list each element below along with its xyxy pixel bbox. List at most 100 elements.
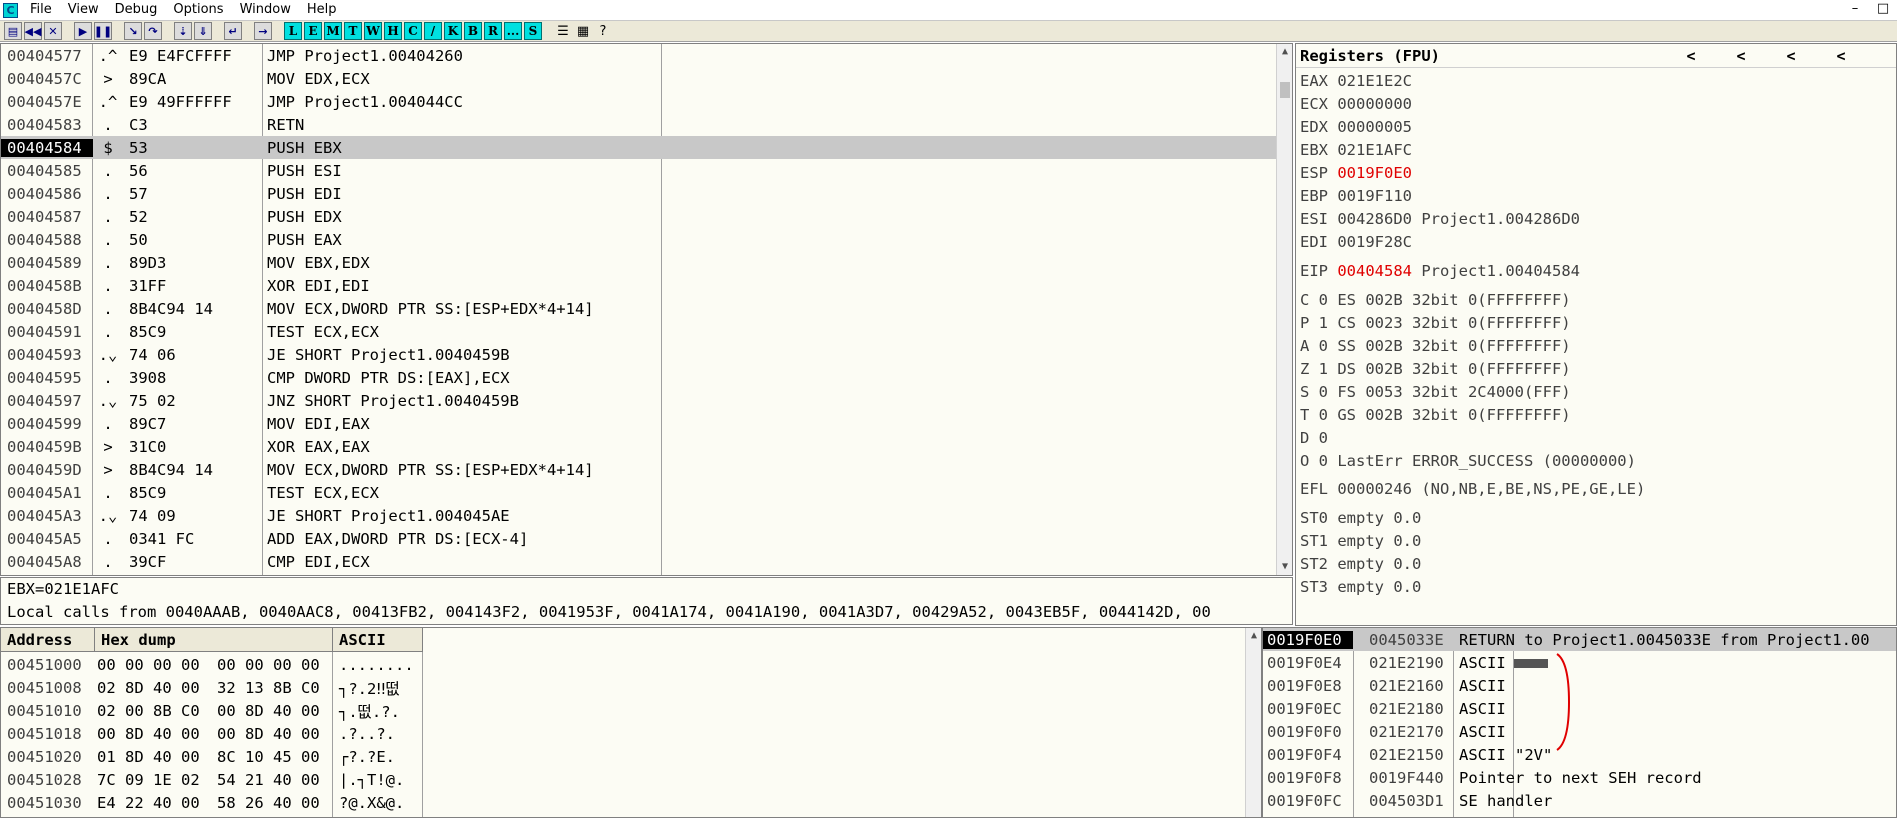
disasm-row[interactable]: 00404577 .^ E9 E4FCFFFF JMP Project1.004042… (1, 44, 1276, 67)
disasm-row[interactable]: 0040457C >89CA MOV EDX,ECX (1, 67, 1276, 90)
hex-dump-pane[interactable]: Address Hex dump ASCII 00451000 00 00 00 … (0, 627, 1262, 818)
goto-icon[interactable]: → (254, 22, 272, 40)
disasm-row[interactable]: 00404583. C3 RETN (1, 113, 1276, 136)
dump-row[interactable]: 00451018 00 8D 40 00 00 8D 40 00.?..?. (1, 722, 423, 745)
dump-row[interactable]: 00451020 01 8D 40 00 8C 10 45 00 ┌?.?E. (1, 745, 423, 768)
pause-icon[interactable]: ❚❚ (94, 22, 112, 40)
stack-row[interactable]: 0019F0E0 0045033E RETURN to Project1.00450… (1263, 628, 1896, 651)
dump-row[interactable]: 00451030 E4 22 40 00 58 26 40 00 ?@.X&@. (1, 791, 423, 814)
run-icon[interactable]: ▶ (74, 22, 92, 40)
flag-segment-line[interactable]: O 0 LastErr ERROR_SUCCESS (00000000) (1300, 450, 1636, 473)
trace-over-icon[interactable]: ⇓ (194, 22, 212, 40)
stack-pane[interactable]: 0019F0E0 0045033E RETURN to Project1.00450… (1262, 627, 1897, 818)
register-ebp[interactable]: EBP 0019F110 (1300, 185, 1412, 208)
fpu-register[interactable]: ST2 empty 0.0 (1300, 553, 1421, 576)
breakpoints-button[interactable]: B (464, 22, 482, 40)
stack-row[interactable]: 0019F0E4 021E2190 ASCII (1263, 651, 1896, 674)
disasm-row[interactable]: 00404585. 56 PUSH ESI (1, 159, 1276, 182)
windows-button[interactable]: W (364, 22, 382, 40)
flag-segment-line[interactable]: P 1 CS 0023 32bit 0(FFFFFFFF) (1300, 312, 1571, 335)
disasm-row[interactable]: 0040457E .^ E9 49FFFFFF JMP Project1.004044… (1, 90, 1276, 113)
executable-modules-button[interactable]: E (304, 22, 322, 40)
register-esp[interactable]: ESP 0019F0E0 (1300, 162, 1412, 185)
registers-pane[interactable]: Registers (FPU) < < < < EAX 021E1E2C ECX… (1295, 43, 1897, 626)
disassembly-pane[interactable]: 00404577 .^ E9 E4FCFFFF JMP Project1.004042… (0, 43, 1293, 576)
call-stack-button[interactable]: K (444, 22, 462, 40)
disasm-row[interactable]: 004045A3 .⌄ 74 09 JE SHORT Project1.004045A… (1, 504, 1276, 527)
dump-row[interactable]: 00451028 7C 09 1E 02 54 21 40 00 |.┐T!@. (1, 768, 423, 791)
disasm-row[interactable]: 00404597 .⌄ 75 02 JNZ SHORT Project1.004045… (1, 389, 1276, 412)
dump-scrollbar[interactable]: ▲ (1245, 628, 1261, 817)
scroll-down-icon[interactable]: ▼ (1277, 559, 1292, 575)
disasm-row[interactable]: 00404595. 3908 CMP DWORD PTR DS:[EAX],ECX (1, 366, 1276, 389)
minimize-button[interactable]: – (1841, 0, 1869, 20)
run-trace-button[interactable]: ... (504, 22, 522, 40)
maximize-button[interactable]: □ (1869, 0, 1897, 20)
stack-row[interactable]: 0019F0EC 021E2180 ASCII (1263, 697, 1896, 720)
disassembly-scrollbar[interactable]: ▲ ▼ (1276, 44, 1292, 575)
log-window-button[interactable]: L (284, 22, 302, 40)
close-icon[interactable]: ✕ (44, 22, 62, 40)
handles-button[interactable]: H (384, 22, 402, 40)
reg-arrow-left-icon[interactable]: < (1666, 44, 1716, 68)
disasm-row[interactable]: 00404591. 85C9 TEST ECX,ECX (1, 320, 1276, 343)
step-over-icon[interactable]: ↷ (144, 22, 162, 40)
stack-row[interactable]: 0019F0E8 021E2160 ASCII (1263, 674, 1896, 697)
disasm-row[interactable]: 004045A5. 0341 FC ADD EAX,DWORD PTR DS:[EC… (1, 527, 1276, 550)
dump-header-address[interactable]: Address (1, 628, 95, 652)
stack-row[interactable]: 0019F0FC 004503D1 SE handler (1263, 789, 1896, 812)
flag-segment-line[interactable]: T 0 GS 002B 32bit 0(FFFFFFFF) (1300, 404, 1571, 427)
reg-arrow-left-icon[interactable]: < (1766, 44, 1816, 68)
trace-into-icon[interactable]: ⇣ (174, 22, 192, 40)
scroll-up-icon[interactable]: ▲ (1246, 628, 1261, 644)
register-efl[interactable]: EFL 00000246 (NO,NB,E,BE,NS,PE,GE,LE) (1300, 478, 1645, 501)
disasm-row[interactable]: 00404584 $53 PUSH EBX (1, 136, 1276, 159)
register-eip[interactable]: EIP 00404584 Project1.00404584 (1300, 260, 1580, 283)
dump-row[interactable]: 00451010 02 00 8B C0 00 8D 40 00 ┐.떲.?. (1, 699, 423, 722)
stack-row[interactable]: 0019F0F8 0019F440 Pointer to next SEH reco… (1263, 766, 1896, 789)
disasm-row[interactable]: 0040459D >8B4C94 14 MOV ECX,DWORD PTR SS:[… (1, 458, 1276, 481)
patches-button[interactable]: / (424, 22, 442, 40)
dump-header-hex[interactable]: Hex dump (95, 628, 333, 652)
menu-help[interactable]: Help (299, 0, 345, 20)
fpu-register[interactable]: ST0 empty 0.0 (1300, 507, 1421, 530)
disasm-row[interactable]: 00404599. 89C7 MOV EDI,EAX (1, 412, 1276, 435)
disasm-row[interactable]: 00404588. 50 PUSH EAX (1, 228, 1276, 251)
cpu-button[interactable]: C (404, 22, 422, 40)
disasm-row[interactable]: 0040458B. 31FF XOR EDI,EDI (1, 274, 1276, 297)
threads-button[interactable]: T (344, 22, 362, 40)
fpu-register[interactable]: ST3 empty 0.0 (1300, 576, 1421, 599)
register-edx[interactable]: EDX 00000005 (1300, 116, 1412, 139)
flag-segment-line[interactable]: Z 1 DS 002B 32bit 0(FFFFFFFF) (1300, 358, 1571, 381)
list-icon[interactable]: ☰ (554, 22, 572, 40)
menu-window[interactable]: Window (232, 0, 299, 20)
menu-file[interactable]: File (22, 0, 60, 20)
step-into-icon[interactable]: ↘ (124, 22, 142, 40)
flag-segment-line[interactable]: D 0 (1300, 427, 1328, 450)
flag-segment-line[interactable]: C 0 ES 002B 32bit 0(FFFFFFFF) (1300, 289, 1571, 312)
scroll-thumb[interactable] (1280, 82, 1290, 98)
references-button[interactable]: R (484, 22, 502, 40)
reg-arrow-left-icon[interactable]: < (1816, 44, 1866, 68)
disasm-row[interactable]: 00404587. 52 PUSH EDX (1, 205, 1276, 228)
dump-header-ascii[interactable]: ASCII (333, 628, 423, 652)
scroll-up-icon[interactable]: ▲ (1277, 44, 1292, 60)
fpu-register[interactable]: ST1 empty 0.0 (1300, 530, 1421, 553)
register-eax[interactable]: EAX 021E1E2C (1300, 70, 1412, 93)
memory-map-button[interactable]: M (324, 22, 342, 40)
disasm-row[interactable]: 004045A8. 39CF CMP EDI,ECX (1, 550, 1276, 573)
registers-header[interactable]: Registers (FPU) < < < < (1296, 44, 1896, 68)
disasm-row[interactable]: 00404593 .⌄ 74 06 JE SHORT Project1.0040459… (1, 343, 1276, 366)
menu-options[interactable]: Options (165, 0, 231, 20)
reg-arrow-left-icon[interactable]: < (1716, 44, 1766, 68)
rewind-icon[interactable]: ◀◀ (24, 22, 42, 40)
flag-segment-line[interactable]: S 0 FS 0053 32bit 2C4000(FFF) (1300, 381, 1571, 404)
disasm-row[interactable]: 004045A1. 85C9 TEST ECX,ECX (1, 481, 1276, 504)
grid-icon[interactable]: ▦ (574, 22, 592, 40)
register-ebx[interactable]: EBX 021E1AFC (1300, 139, 1412, 162)
dump-row[interactable]: 00451000 00 00 00 00 00 00 00 00........ (1, 653, 423, 676)
disasm-row[interactable]: 00404589. 89D3 MOV EBX,EDX (1, 251, 1276, 274)
disasm-row[interactable]: 00404586. 57 PUSH EDI (1, 182, 1276, 205)
menu-view[interactable]: View (60, 0, 107, 20)
disasm-row[interactable]: 0040459B >31C0 XOR EAX,EAX (1, 435, 1276, 458)
